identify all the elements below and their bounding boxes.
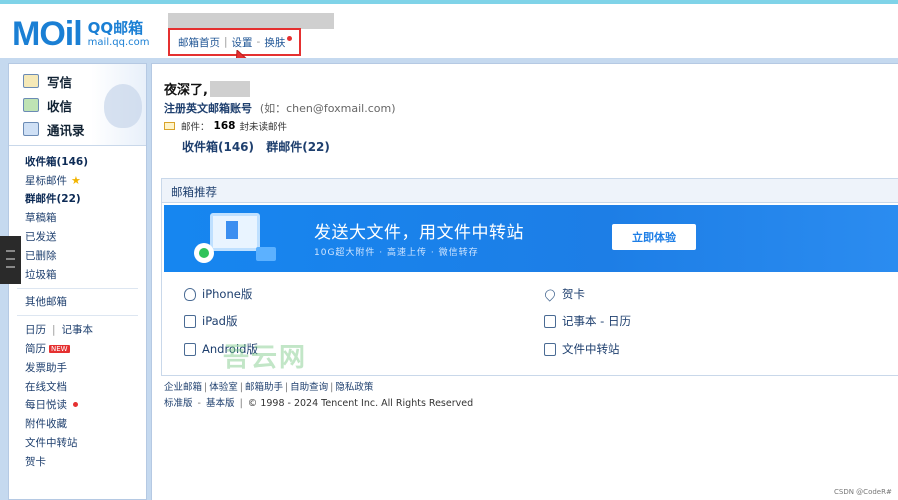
footer-lab-link[interactable]: 体验室 — [209, 382, 238, 393]
notepad-calendar-link[interactable]: 记事本 - 日历 — [544, 313, 631, 329]
envelope-icon — [164, 122, 175, 130]
calendar-icon — [544, 314, 556, 328]
side-overlay-widget[interactable] — [0, 236, 21, 284]
iphone-version-link[interactable]: iPhone版 — [184, 286, 252, 302]
inbox-download-icon — [23, 98, 39, 112]
settings-link[interactable]: 设置 — [232, 35, 253, 50]
main-panel: 夜深了, 注册英文邮箱账号 (如：chen@foxmail.com) 邮件： 1… — [151, 63, 898, 500]
unread-count[interactable]: 168 — [214, 120, 236, 132]
quick-actions: 写信 收信 通讯录 — [9, 64, 146, 146]
tablet-icon — [184, 314, 196, 328]
tool-file-transfer[interactable]: 文件中转站 — [25, 433, 146, 452]
sidebar: 写信 收信 通讯录 收件箱(146) 星标邮件 ★ 群邮件(22) 草稿箱 已发… — [8, 63, 147, 500]
folder-group[interactable]: 群邮件(22) — [25, 190, 146, 209]
recommend-title: 邮箱推荐 — [162, 179, 898, 203]
calendar-notepad-row: 日历 | 记事本 — [25, 322, 94, 337]
heart-icon — [542, 286, 558, 302]
footer-enterprise-link[interactable]: 企业邮箱 — [164, 382, 202, 393]
greeting: 夜深了, — [164, 79, 250, 98]
tool-daily-reading[interactable]: 每日悦读 — [25, 396, 146, 415]
register-english-account: 注册英文邮箱账号 (如：chen@foxmail.com) — [164, 100, 396, 116]
unread-dot — [73, 402, 78, 408]
folder-icon — [256, 247, 276, 261]
file-transfer-banner[interactable]: 发送大文件，用文件中转站 10G超大附件 · 高速上传 · 微信转存 立即体验 — [164, 205, 898, 272]
compose-icon — [23, 74, 39, 88]
tool-invoice[interactable]: 发票助手 — [25, 358, 146, 377]
register-hint: (如：chen@foxmail.com) — [259, 102, 396, 115]
tool-attachments[interactable]: 附件收藏 — [25, 414, 146, 433]
new-badge: NEW — [49, 344, 70, 353]
folder-deleted[interactable]: 已删除 — [25, 246, 146, 265]
notification-dot — [287, 35, 293, 41]
qqmail-logo[interactable]: MOil QQ邮箱 mail.qq.com — [12, 14, 150, 54]
contacts-icon — [23, 122, 39, 136]
ipad-version-link[interactable]: iPad版 — [184, 313, 237, 329]
banner-title: 发送大文件，用文件中转站 — [314, 223, 524, 243]
footer-assistant-link[interactable]: 邮箱助手 — [245, 382, 283, 393]
document-icon — [226, 221, 238, 239]
footer-selfhelp-link[interactable]: 自助查询 — [290, 382, 328, 393]
unread-summary: 邮件： 168 封未读邮件 — [164, 119, 287, 133]
folder-drafts[interactable]: 草稿箱 — [25, 208, 146, 227]
apple-icon — [184, 287, 196, 301]
file-transfer-link[interactable]: 文件中转站 — [544, 341, 620, 357]
inbox-link[interactable]: 收件箱(146) — [182, 140, 254, 154]
logo-qq-text: QQ邮箱 — [87, 19, 144, 38]
copyright: © 1998 - 2024 Tencent Inc. All Rights Re… — [247, 398, 474, 409]
footer-links: 企业邮箱 | 体验室 | 邮箱助手 | 自助查询 | 隐私政策 — [164, 382, 374, 393]
banner-subtitle: 10G超大附件 · 高速上传 · 微信转存 — [314, 248, 479, 258]
penguin-mascot-icon — [104, 84, 142, 128]
mail-home-link[interactable]: 邮箱首页 — [178, 35, 220, 50]
register-link[interactable]: 注册英文邮箱账号 — [164, 102, 252, 115]
standard-version: 标准版 — [164, 398, 193, 409]
calendar-link[interactable]: 日历 — [25, 322, 46, 337]
sidebar-divider — [17, 287, 138, 289]
site-watermark: 吾云网 — [223, 343, 308, 373]
tool-greeting-card[interactable]: 贺卡 — [25, 452, 146, 471]
box-links: 收件箱(146) 群邮件(22) — [182, 138, 330, 155]
file-transfer-icon — [544, 342, 556, 356]
greeting-card-link[interactable]: 贺卡 — [542, 286, 585, 302]
star-icon: ★ — [71, 173, 81, 187]
folder-other-mailbox[interactable]: 其他邮箱 — [25, 293, 146, 312]
wechat-icon — [194, 243, 214, 263]
folder-list: 收件箱(146) 星标邮件 ★ 群邮件(22) 草稿箱 已发送 已删除 垃圾箱 … — [9, 146, 146, 471]
notepad-link[interactable]: 记事本 — [62, 322, 94, 337]
footer-version-row: 标准版 - 基本版 | © 1998 - 2024 Tencent Inc. A… — [164, 398, 474, 409]
sidebar-divider — [17, 315, 138, 317]
change-skin-link[interactable]: 换肤 — [264, 35, 285, 50]
folder-spam[interactable]: 垃圾箱 — [25, 265, 146, 284]
redacted-name — [209, 80, 250, 97]
try-now-button[interactable]: 立即体验 — [612, 224, 696, 250]
csdn-watermark: CSDN @CodeR# — [834, 488, 892, 496]
tool-online-docs[interactable]: 在线文档 — [25, 377, 146, 396]
footer-privacy-link[interactable]: 隐私政策 — [335, 382, 373, 393]
group-mail-link[interactable]: 群邮件(22) — [266, 140, 330, 154]
header: MOil QQ邮箱 mail.qq.com 邮箱首页 | 设置 - 换肤 — [0, 4, 898, 60]
logo-url-text: mail.qq.com — [87, 36, 150, 48]
folder-sent[interactable]: 已发送 — [25, 227, 146, 246]
logo-wordmark: MOil — [12, 14, 83, 53]
footer: 企业邮箱 | 体验室 | 邮箱助手 | 自助查询 | 隐私政策 标准版 - 基本版 | © 19… — [164, 380, 473, 412]
basic-version-link[interactable]: 基本版 — [206, 398, 235, 409]
tool-resume[interactable]: 简历 NEW — [25, 339, 146, 358]
folder-starred[interactable]: 星标邮件 ★ — [25, 171, 146, 190]
redacted-username — [168, 13, 334, 29]
folder-inbox[interactable]: 收件箱(146) — [25, 152, 146, 171]
android-icon — [184, 342, 196, 356]
